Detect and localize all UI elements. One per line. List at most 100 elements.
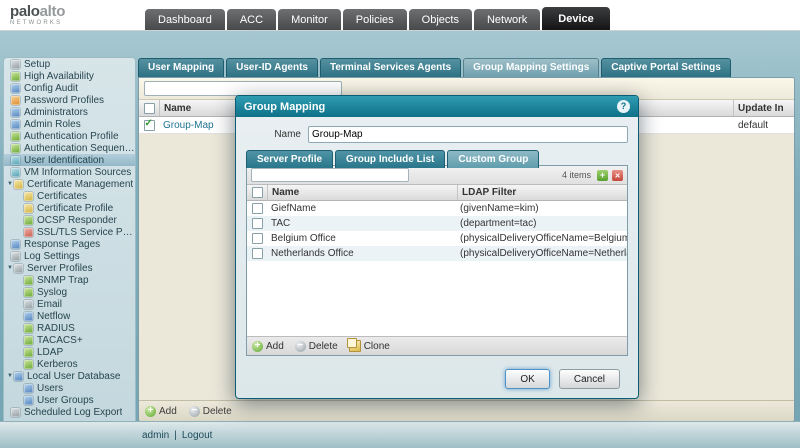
sidebar-item-server-profiles[interactable]: Server Profiles	[4, 262, 135, 274]
delete-button[interactable]: Delete	[295, 341, 338, 352]
table-actions-bar: Add Delete	[139, 400, 794, 421]
sidebar-item-password-profiles[interactable]: Password Profiles	[4, 94, 135, 106]
custom-group-row[interactable]: Netherlands Office (physicalDeliveryOffi…	[247, 246, 627, 261]
add-button[interactable]: Add	[145, 406, 177, 417]
sidebar-item-authentication-profile[interactable]: Authentication Profile	[4, 130, 135, 142]
column-header-ldap-filter[interactable]: LDAP Filter	[457, 185, 627, 200]
email-icon	[24, 300, 33, 309]
nav-tab-objects[interactable]: Objects	[409, 9, 472, 30]
expand-triangle-icon[interactable]	[6, 373, 14, 379]
sidebar-item-certificates[interactable]: Certificates	[4, 190, 135, 202]
apply-filter-icon[interactable]	[597, 170, 608, 181]
status-bar: admin | Logout	[0, 421, 800, 448]
sidebar-item-snmp-trap[interactable]: SNMP Trap	[4, 274, 135, 286]
expand-triangle-icon[interactable]	[6, 181, 14, 187]
select-all-checkbox[interactable]	[252, 187, 263, 198]
app-window: paloalto NETWORKS Dashboard ACC Monitor …	[0, 0, 800, 448]
nav-tab-network[interactable]: Network	[474, 9, 540, 30]
sidebar-item-setup[interactable]: Setup	[4, 58, 135, 70]
dialog-titlebar[interactable]: Group Mapping ?	[236, 96, 638, 117]
add-button[interactable]: Add	[252, 341, 284, 352]
delete-button[interactable]: Delete	[189, 406, 232, 417]
sidebar-item-users[interactable]: Users	[4, 382, 135, 394]
custom-group-actions-bar: Add Delete Clone	[247, 336, 627, 355]
custom-group-row[interactable]: GiefName (givenName=kim)	[247, 201, 627, 216]
nav-tab-device[interactable]: Device	[542, 7, 609, 30]
tab-terminal-services-agents[interactable]: Terminal Services Agents	[320, 58, 461, 77]
radius-icon	[24, 324, 33, 333]
dialog-tab-group-include-list[interactable]: Group Include List	[335, 150, 445, 168]
sidebar-item-local-user-database[interactable]: Local User Database	[4, 370, 135, 382]
dialog-tabs: Server Profile Group Include List Custom…	[246, 150, 628, 168]
items-count: 4 items	[562, 170, 591, 180]
column-header-name[interactable]: Name	[267, 185, 457, 200]
sidebar-item-user-identification[interactable]: User Identification	[4, 154, 135, 166]
sidebar-item-email[interactable]: Email	[4, 298, 135, 310]
sidebar-item-ldap[interactable]: LDAP	[4, 346, 135, 358]
clear-filter-icon[interactable]	[612, 170, 623, 181]
help-icon[interactable]: ?	[617, 100, 630, 113]
name-filter-input[interactable]	[144, 81, 342, 96]
users-icon	[24, 384, 33, 393]
cancel-button[interactable]: Cancel	[559, 369, 620, 389]
nav-tab-monitor[interactable]: Monitor	[278, 9, 341, 30]
sidebar-item-config-audit[interactable]: Config Audit	[4, 82, 135, 94]
sidebar-item-vm-information-sources[interactable]: VM Information Sources	[4, 166, 135, 178]
name-input[interactable]	[308, 126, 628, 143]
clone-icon	[349, 340, 361, 352]
sidebar-item-authentication-sequence[interactable]: Authentication Sequence	[4, 142, 135, 154]
dialog-tab-server-profile[interactable]: Server Profile	[246, 150, 333, 168]
sidebar-item-user-groups[interactable]: User Groups	[4, 394, 135, 406]
user-groups-icon	[24, 396, 33, 405]
logout-link[interactable]: Logout	[182, 430, 213, 441]
clone-button[interactable]: Clone	[349, 340, 390, 352]
certificate-profile-icon	[24, 204, 33, 213]
sidebar-item-netflow[interactable]: Netflow	[4, 310, 135, 322]
scheduled-log-export-icon	[11, 408, 20, 417]
sidebar-item-log-settings[interactable]: Log Settings	[4, 250, 135, 262]
sidebar-item-tacacs[interactable]: TACACS+	[4, 334, 135, 346]
sidebar-item-admin-roles[interactable]: Admin Roles	[4, 118, 135, 130]
sidebar-item-kerberos[interactable]: Kerberos	[4, 358, 135, 370]
group-filter-input[interactable]	[251, 168, 409, 182]
sidebar-item-ocsp-responder[interactable]: OCSP Responder	[4, 214, 135, 226]
password-profiles-icon	[11, 96, 20, 105]
sidebar-item-administrators[interactable]: Administrators	[4, 106, 135, 118]
sidebar-item-ssl-tls-service-profile[interactable]: SSL/TLS Service Profile	[4, 226, 135, 238]
tab-user-mapping[interactable]: User Mapping	[138, 58, 224, 77]
logged-in-user: admin	[142, 430, 169, 441]
sidebar-item-certificate-management[interactable]: Certificate Management	[4, 178, 135, 190]
sidebar-item-radius[interactable]: RADIUS	[4, 322, 135, 334]
log-settings-icon	[11, 252, 20, 261]
ocsp-responder-icon	[24, 216, 33, 225]
row-checkbox[interactable]	[252, 248, 263, 259]
sidebar-item-scheduled-log-export[interactable]: Scheduled Log Export	[4, 406, 135, 418]
authentication-sequence-icon	[11, 144, 20, 153]
custom-group-row[interactable]: TAC (department=tac)	[247, 216, 627, 231]
sidebar-item-high-availability[interactable]: High Availability	[4, 70, 135, 82]
column-header-update-in[interactable]: Update In	[733, 100, 794, 116]
tab-group-mapping-settings[interactable]: Group Mapping Settings	[463, 58, 599, 77]
authentication-profile-icon	[11, 132, 20, 141]
nav-tab-policies[interactable]: Policies	[343, 9, 407, 30]
tab-captive-portal-settings[interactable]: Captive Portal Settings	[601, 58, 730, 77]
nav-tab-acc[interactable]: ACC	[227, 9, 276, 30]
row-checkbox[interactable]	[252, 233, 263, 244]
sidebar-item-syslog[interactable]: Syslog	[4, 286, 135, 298]
nav-tab-dashboard[interactable]: Dashboard	[145, 9, 225, 30]
minus-icon	[295, 341, 306, 352]
row-checkbox[interactable]	[252, 203, 263, 214]
expand-triangle-icon[interactable]	[6, 265, 14, 271]
local-user-database-icon	[14, 372, 23, 381]
sidebar-item-certificate-profile[interactable]: Certificate Profile	[4, 202, 135, 214]
syslog-icon	[24, 288, 33, 297]
sidebar-item-response-pages[interactable]: Response Pages	[4, 238, 135, 250]
dialog-tab-custom-group[interactable]: Custom Group	[447, 150, 539, 168]
tab-user-id-agents[interactable]: User-ID Agents	[226, 58, 318, 77]
custom-group-row[interactable]: Belgium Office (physicalDeliveryOfficeNa…	[247, 231, 627, 246]
ok-button[interactable]: OK	[505, 369, 549, 389]
row-checkbox[interactable]	[144, 120, 155, 131]
select-all-checkbox[interactable]	[144, 103, 155, 114]
row-checkbox[interactable]	[252, 218, 263, 229]
vm-information-sources-icon	[11, 168, 20, 177]
